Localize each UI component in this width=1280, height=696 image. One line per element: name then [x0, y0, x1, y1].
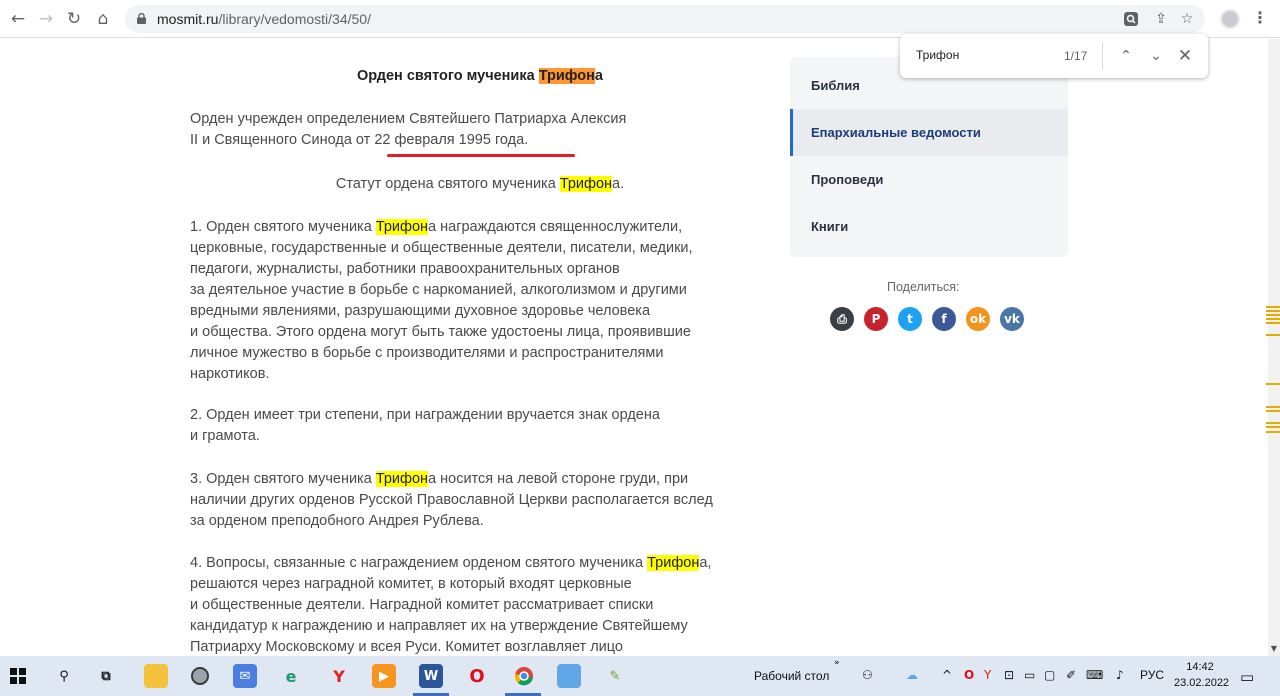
- find-marker: [1266, 426, 1280, 428]
- touch-keyboard-icon[interactable]: ⌨: [1086, 668, 1103, 682]
- odnoklassniki-icon[interactable]: ok: [966, 307, 990, 331]
- find-input[interactable]: [916, 48, 1046, 62]
- back-arrow-icon[interactable]: ←: [8, 9, 28, 29]
- find-match: Трифон: [647, 555, 700, 571]
- statute-item-2: 2. Орден имеет три степени, при награжде…: [190, 407, 660, 444]
- find-marker: [1266, 306, 1280, 308]
- sidebar-item-sermons[interactable]: Проповеди: [790, 156, 1068, 203]
- search-icon[interactable]: ⚲: [52, 664, 76, 688]
- opera-tray-icon[interactable]: O: [964, 668, 974, 682]
- red-annotation-underline: [387, 154, 575, 157]
- onedrive-icon[interactable]: ☁: [906, 668, 918, 682]
- share-buttons: ⎙ P t f ok vk: [830, 307, 1024, 331]
- yandex-tray-icon[interactable]: Y: [984, 668, 991, 682]
- find-match-count: 1/17: [1064, 49, 1088, 63]
- share-page-icon[interactable]: ⇪: [1151, 9, 1171, 29]
- desktop-toolbar-label[interactable]: Рабочий стол: [754, 669, 829, 683]
- chevron-up-icon[interactable]: ⌃: [1115, 45, 1137, 67]
- statute-item-4: 4. Вопросы, связанные с награждением орд…: [190, 555, 712, 655]
- sidebar-item-diocesan-news[interactable]: Епархиальные ведомости: [790, 109, 1068, 156]
- windows-start-icon[interactable]: [6, 664, 30, 688]
- browser-toolbar: ← → ↻ ⌂ mosmit.ru/library/vedomosti/34/5…: [0, 0, 1280, 38]
- task-view-icon[interactable]: ⧉: [94, 664, 118, 688]
- find-marker: [1266, 406, 1280, 408]
- people-icon[interactable]: ⚇: [862, 668, 873, 682]
- browser-menu-icon[interactable]: ⋮: [1252, 8, 1268, 27]
- facebook-icon[interactable]: f: [932, 307, 956, 331]
- find-marker: [1266, 322, 1280, 324]
- sidebar-menu: Библия Епархиальные ведомости Проповеди …: [790, 57, 1068, 257]
- url-text[interactable]: mosmit.ru/library/vedomosti/34/50/: [157, 11, 371, 27]
- article-heading: Орден святого мученика Трифона: [357, 68, 603, 84]
- statute-item-3: 3. Орден святого мученика Трифона носитс…: [190, 471, 713, 529]
- find-marker: [1266, 318, 1280, 320]
- home-icon[interactable]: ⌂: [93, 9, 113, 29]
- paint-app-icon[interactable]: ✎: [603, 664, 627, 688]
- bookmark-star-icon[interactable]: ☆: [1177, 9, 1197, 29]
- chrome-icon[interactable]: [512, 664, 536, 688]
- battery-icon[interactable]: ▭: [1024, 668, 1035, 682]
- clock[interactable]: 14:42 23.02.2022: [1174, 659, 1229, 691]
- find-match: Трифон: [375, 219, 429, 235]
- yandex-browser-icon[interactable]: Y: [327, 664, 351, 688]
- find-marker: [1266, 310, 1280, 312]
- find-match: Трифон: [375, 471, 429, 487]
- address-bar[interactable]: mosmit.ru/library/vedomosti/34/50/ ⇪ ☆: [125, 5, 1205, 33]
- notification-icon[interactable]: ▭: [1240, 668, 1254, 686]
- find-marker: [1266, 334, 1280, 336]
- establishment-paragraph: Орден учрежден определением Святейшего П…: [190, 111, 627, 148]
- print-icon[interactable]: ⎙: [830, 307, 854, 331]
- chevron-down-icon[interactable]: ⌄: [1145, 45, 1167, 67]
- sidebar-item-books[interactable]: Книги: [790, 203, 1068, 250]
- find-divider: [1102, 42, 1103, 70]
- pen-icon[interactable]: ✐: [1066, 668, 1076, 682]
- windows-taskbar: ⚲ ⧉ ✉ e Y ▶ W O ✎ Рабочий стол » ⚇ ☁ ^ O…: [0, 656, 1280, 696]
- scroll-down-arrow-icon[interactable]: ▼: [1268, 642, 1280, 654]
- display-icon[interactable]: ▢: [1044, 668, 1055, 682]
- twitter-icon[interactable]: t: [898, 307, 922, 331]
- find-match: Трифон: [559, 176, 613, 192]
- share-label: Поделиться:: [887, 280, 960, 294]
- find-marker: [1266, 431, 1280, 433]
- file-explorer-icon[interactable]: [144, 664, 168, 688]
- close-icon[interactable]: ✕: [1174, 45, 1196, 67]
- tray-chevron-up-icon[interactable]: ^: [942, 668, 952, 682]
- find-marker: [1266, 383, 1280, 385]
- scrollbar[interactable]: [1268, 39, 1280, 656]
- find-marker: [1266, 422, 1280, 424]
- find-match-active: Трифон: [538, 68, 595, 84]
- volume-icon[interactable]: ♪: [1116, 668, 1124, 682]
- find-marker: [1266, 314, 1280, 316]
- language-indicator[interactable]: РУС: [1140, 668, 1164, 682]
- media-player-icon[interactable]: ▶: [372, 664, 396, 688]
- statute-title: Статут ордена святого мученика Трифона.: [335, 176, 625, 192]
- mail-icon[interactable]: ✉: [233, 664, 257, 688]
- pinterest-icon[interactable]: P: [864, 307, 888, 331]
- statute-item-1: 1. Орден святого мученика Трифона награж…: [190, 219, 693, 382]
- find-lens-icon[interactable]: [1121, 9, 1141, 29]
- lock-icon: [137, 13, 146, 24]
- photos-app-icon[interactable]: [557, 664, 581, 688]
- profile-avatar[interactable]: [1220, 9, 1240, 29]
- cortana-app-icon[interactable]: [188, 664, 212, 688]
- network-icon[interactable]: ⊡: [1004, 668, 1014, 682]
- vk-icon[interactable]: vk: [1000, 307, 1024, 331]
- edge-icon[interactable]: e: [279, 664, 303, 688]
- find-marker: [1266, 410, 1280, 412]
- opera-icon[interactable]: O: [465, 664, 489, 688]
- desktop-chevron-icon[interactable]: »: [834, 658, 840, 668]
- word-icon[interactable]: W: [419, 664, 443, 688]
- page-content: Орден святого мученика Трифона Орден учр…: [0, 39, 1268, 656]
- reload-icon[interactable]: ↻: [64, 9, 84, 29]
- forward-arrow-icon[interactable]: →: [36, 9, 56, 29]
